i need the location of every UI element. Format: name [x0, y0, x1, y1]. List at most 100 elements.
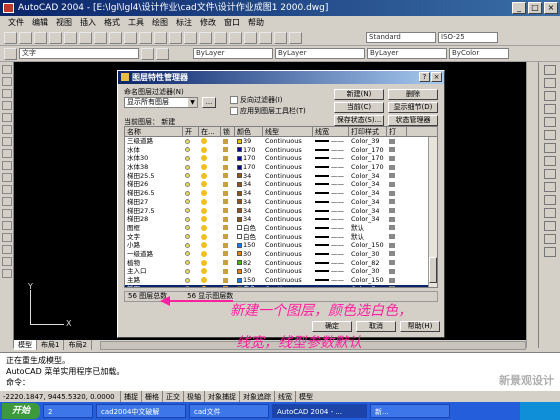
- layer-lineweight[interactable]: ——: [313, 250, 349, 259]
- hatch-icon[interactable]: [2, 233, 12, 242]
- layer-lineweight[interactable]: ——: [313, 163, 349, 172]
- layer-freeze-toggle[interactable]: [199, 267, 221, 276]
- otrack-toggle[interactable]: 对象追踪: [239, 391, 274, 402]
- tab-layout1[interactable]: 布局1: [37, 340, 65, 350]
- col-freeze[interactable]: 在...: [199, 127, 221, 136]
- new-layer-button[interactable]: 新建(N): [334, 89, 384, 100]
- layer-lock-toggle[interactable]: [221, 189, 235, 198]
- layer-lineweight[interactable]: ——: [313, 180, 349, 189]
- layer-lineweight[interactable]: ——: [313, 233, 349, 242]
- offset-icon[interactable]: [544, 104, 556, 114]
- layer-on-toggle[interactable]: [183, 146, 199, 155]
- zoom-window-icon[interactable]: [214, 31, 227, 44]
- ortho-toggle[interactable]: 正交: [162, 391, 183, 402]
- grid-toggle[interactable]: 栅格: [141, 391, 162, 402]
- layer-freeze-toggle[interactable]: [199, 189, 221, 198]
- move-icon[interactable]: [544, 130, 556, 140]
- help-icon[interactable]: [289, 31, 302, 44]
- osnap-toggle[interactable]: 对象捕捉: [204, 391, 239, 402]
- layer-row[interactable]: 主入口 30 Continuous —— Color_30: [125, 267, 437, 276]
- layer-color[interactable]: 白色: [235, 224, 263, 233]
- layer-row[interactable]: 水体 170 Continuous —— Color_170: [125, 146, 437, 155]
- layer-row[interactable]: 一级道路 30 Continuous —— Color_30: [125, 250, 437, 259]
- layer-freeze-toggle[interactable]: [199, 259, 221, 268]
- show-details-button[interactable]: 显示细节(D): [388, 102, 438, 113]
- layer-freeze-toggle[interactable]: [199, 215, 221, 224]
- layer-lock-toggle[interactable]: [221, 276, 235, 285]
- taskbar-item-5[interactable]: 新...: [370, 404, 450, 418]
- cancel-button[interactable]: 取消: [356, 321, 396, 332]
- layer-color[interactable]: 170: [235, 146, 263, 155]
- match-properties-icon[interactable]: [139, 31, 152, 44]
- layer-lock-toggle[interactable]: [221, 198, 235, 207]
- layer-lineweight[interactable]: ——: [313, 259, 349, 268]
- col-color[interactable]: 颜色: [235, 127, 263, 136]
- text-style-combo[interactable]: Standard: [366, 32, 436, 43]
- layer-row[interactable]: 水体30 170 Continuous —— Color_170: [125, 154, 437, 163]
- redo-icon[interactable]: [169, 31, 182, 44]
- layer-color[interactable]: 30: [235, 250, 263, 259]
- scale-icon[interactable]: [544, 156, 556, 166]
- insert-block-icon[interactable]: [2, 197, 12, 206]
- layer-on-toggle[interactable]: [183, 276, 199, 285]
- point-icon[interactable]: [2, 221, 12, 230]
- layer-row[interactable]: 梯田28 34 Continuous —— Color_34: [125, 215, 437, 224]
- minimize-button[interactable]: _: [512, 2, 526, 14]
- layer-manager-icon[interactable]: [4, 47, 17, 60]
- array-icon[interactable]: [544, 117, 556, 127]
- dialog-close-button[interactable]: ×: [431, 72, 442, 82]
- break-icon[interactable]: [544, 208, 556, 218]
- layer-lineweight[interactable]: ——: [313, 207, 349, 216]
- layer-lock-toggle[interactable]: [221, 146, 235, 155]
- dialog-help-button[interactable]: ?: [419, 72, 430, 82]
- mirror-icon[interactable]: [544, 91, 556, 101]
- layer-on-toggle[interactable]: [183, 285, 199, 287]
- col-on[interactable]: 开: [183, 127, 199, 136]
- layer-lineweight[interactable]: ——: [313, 172, 349, 181]
- layer-freeze-toggle[interactable]: [199, 180, 221, 189]
- layer-linetype[interactable]: Continuous: [263, 267, 313, 276]
- layer-plot-toggle[interactable]: [387, 285, 407, 287]
- layer-freeze-toggle[interactable]: [199, 163, 221, 172]
- region-icon[interactable]: [2, 245, 12, 254]
- layer-lock-toggle[interactable]: [221, 250, 235, 259]
- layer-color[interactable]: 34: [235, 198, 263, 207]
- layer-color[interactable]: 白色: [235, 285, 263, 287]
- layer-previous-icon[interactable]: [156, 47, 169, 60]
- extend-icon[interactable]: [544, 195, 556, 205]
- layer-linetype[interactable]: Continuous: [263, 207, 313, 216]
- filter-dots-button[interactable]: ...: [202, 97, 216, 108]
- ok-button[interactable]: 确定: [312, 321, 352, 332]
- rotate-icon[interactable]: [544, 143, 556, 153]
- properties-icon[interactable]: [244, 31, 257, 44]
- layer-row[interactable]: 梯田27 34 Continuous —— Color_34: [125, 198, 437, 207]
- explode-icon[interactable]: [544, 247, 556, 257]
- menu-view[interactable]: 视图: [52, 16, 76, 30]
- layer-freeze-toggle[interactable]: [199, 233, 221, 242]
- vertical-scrollbar[interactable]: [526, 62, 538, 348]
- pan-icon[interactable]: [184, 31, 197, 44]
- close-button[interactable]: ×: [544, 2, 558, 14]
- menu-format[interactable]: 格式: [100, 16, 124, 30]
- polyline-icon[interactable]: [2, 89, 12, 98]
- layer-lineweight[interactable]: ——: [313, 215, 349, 224]
- layer-lock-toggle[interactable]: [221, 259, 235, 268]
- menu-window[interactable]: 窗口: [220, 16, 244, 30]
- layer-on-toggle[interactable]: [183, 198, 199, 207]
- layer-plot-toggle[interactable]: [387, 180, 407, 189]
- layer-linetype[interactable]: Continuous: [263, 285, 313, 287]
- layer-on-toggle[interactable]: [183, 224, 199, 233]
- spline-icon[interactable]: [2, 161, 12, 170]
- save-icon[interactable]: [34, 31, 47, 44]
- layer-on-toggle[interactable]: [183, 215, 199, 224]
- rectangle-icon[interactable]: [2, 113, 12, 122]
- layer-linetype[interactable]: Continuous: [263, 154, 313, 163]
- layer-on-toggle[interactable]: [183, 189, 199, 198]
- col-plotstyle[interactable]: 打印样式: [349, 127, 387, 136]
- col-linetype[interactable]: 线型: [263, 127, 313, 136]
- polygon-icon[interactable]: [2, 101, 12, 110]
- cut-icon[interactable]: [94, 31, 107, 44]
- layer-on-toggle[interactable]: [183, 180, 199, 189]
- table-icon[interactable]: [2, 257, 12, 266]
- col-name[interactable]: 名称: [125, 127, 183, 136]
